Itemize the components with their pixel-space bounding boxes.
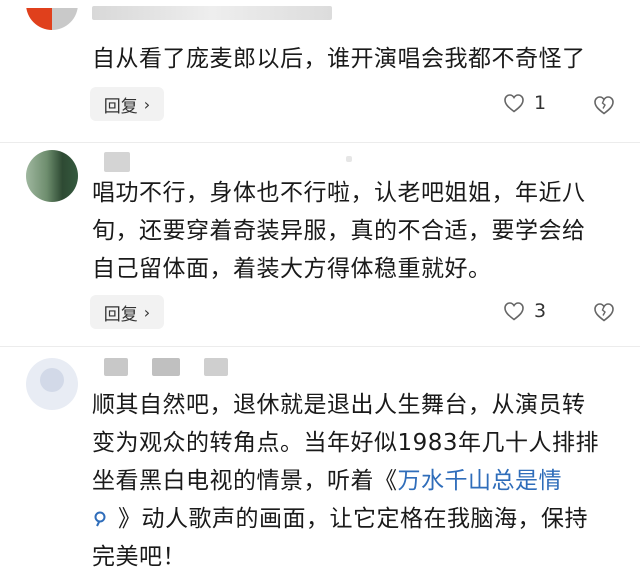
username-redacted-3 — [204, 358, 228, 376]
username-redacted[interactable] — [92, 6, 332, 20]
chevron-right-icon: › — [143, 302, 151, 322]
search-icon[interactable] — [92, 510, 110, 528]
broken-heart-icon[interactable] — [592, 300, 616, 324]
username-redacted-2 — [152, 358, 180, 376]
username-redacted[interactable] — [104, 152, 130, 172]
avatar[interactable] — [26, 150, 78, 202]
username-redacted-tail — [346, 156, 352, 162]
comment-2: 唱功不行，身体也不行啦，认老吧姐姐，年近八 旬，还要穿着奇装异服，真的不合适，要… — [0, 142, 640, 347]
comment-text: 唱功不行，身体也不行啦，认老吧姐姐，年近八 旬，还要穿着奇装异服，真的不合适，要… — [92, 180, 586, 282]
avatar[interactable] — [26, 0, 78, 30]
reply-label: 回复 — [103, 96, 138, 117]
reply-label: 回复 — [103, 304, 138, 325]
reply-button[interactable]: 回复 › — [90, 295, 164, 329]
comment-text-after: 》动人歌声的画面，让它定格在我脑海，保持 完美吧！ — [92, 506, 588, 570]
comment-3: 顺其自然吧，退休就是退出人生舞台，从演员转 变为观众的转角点。当年好似1983年… — [0, 346, 640, 570]
like-button[interactable]: 1 — [502, 91, 546, 115]
comment-text: 顺其自然吧，退休就是退出人生舞台，从演员转 变为观众的转角点。当年好似1983年… — [92, 386, 620, 576]
broken-heart-icon[interactable] — [592, 93, 616, 117]
heart-outline-icon — [504, 94, 524, 113]
avatar[interactable] — [26, 358, 78, 410]
username-redacted[interactable] — [104, 358, 128, 376]
comment-1: 自从看了庞麦郎以后，谁开演唱会我都不奇怪了 回复 › 1 — [0, 0, 640, 150]
reply-button[interactable]: 回复 › — [90, 87, 164, 121]
like-count: 1 — [534, 92, 547, 114]
comment-text: 自从看了庞麦郎以后，谁开演唱会我都不奇怪了 — [92, 46, 586, 72]
like-button[interactable]: 3 — [502, 299, 546, 323]
like-count: 3 — [534, 300, 547, 322]
heart-outline-icon — [504, 302, 524, 321]
song-link[interactable]: 万水千山总是情 — [398, 468, 563, 494]
chevron-right-icon: › — [143, 94, 151, 114]
